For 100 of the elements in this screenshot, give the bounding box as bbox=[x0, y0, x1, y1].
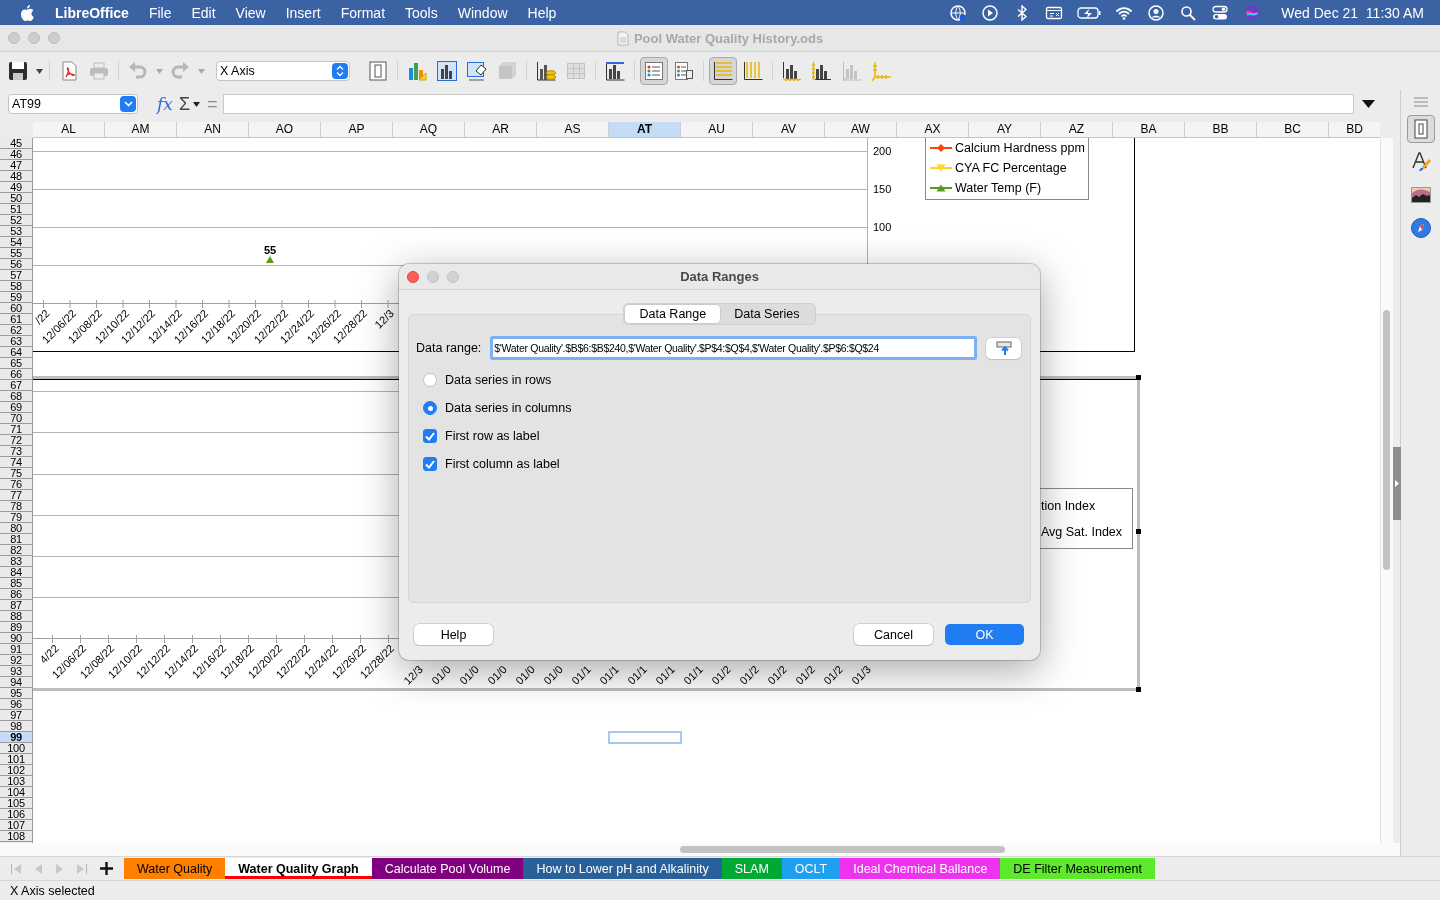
column-header[interactable]: BD bbox=[1329, 122, 1380, 137]
orb-icon[interactable] bbox=[1243, 3, 1262, 22]
row-header[interactable]: 55 bbox=[0, 248, 32, 259]
row-header[interactable]: 96 bbox=[0, 699, 32, 710]
resize-handle[interactable] bbox=[1136, 687, 1141, 692]
row-header[interactable]: 103 bbox=[0, 776, 32, 787]
sheet-tab[interactable]: Water Quality Graph bbox=[225, 858, 372, 879]
column-header[interactable]: AU bbox=[681, 122, 753, 137]
toggle-icon[interactable] bbox=[1211, 3, 1230, 22]
row-header[interactable]: 62 bbox=[0, 325, 32, 336]
row-header[interactable]: 74 bbox=[0, 457, 32, 468]
cancel-button[interactable]: Cancel bbox=[854, 624, 933, 645]
row-header[interactable]: 108 bbox=[0, 831, 32, 842]
row-header[interactable]: 69 bbox=[0, 402, 32, 413]
data-range-field[interactable]: $'Water Quality'.$B$6:$B$240,$'Water Quality'.$P$4:$Q$4,$'Water Quality'.$P$6:$Q$24 bbox=[490, 336, 978, 360]
menu-item[interactable]: Help bbox=[517, 4, 567, 21]
row-header[interactable]: 54 bbox=[0, 237, 32, 248]
column-header[interactable]: AT bbox=[609, 122, 681, 137]
clock[interactable]: Wed Dec 21 11:30 AM bbox=[1281, 4, 1424, 21]
column-header[interactable]: BC bbox=[1257, 122, 1329, 137]
row-header[interactable]: 77 bbox=[0, 490, 32, 501]
row-header[interactable]: 66 bbox=[0, 369, 32, 380]
row-header[interactable]: 63 bbox=[0, 336, 32, 347]
row-header[interactable]: 101 bbox=[0, 754, 32, 765]
scroll-thumb[interactable] bbox=[1383, 310, 1390, 570]
row-header[interactable]: 78 bbox=[0, 501, 32, 512]
row-header[interactable]: 85 bbox=[0, 578, 32, 589]
row-header[interactable]: 88 bbox=[0, 611, 32, 622]
column-header[interactable]: AZ bbox=[1041, 122, 1113, 137]
tab[interactable]: Data Series bbox=[720, 305, 814, 323]
row-header[interactable]: 72 bbox=[0, 435, 32, 446]
column-header[interactable]: BA bbox=[1113, 122, 1185, 137]
row-header[interactable]: 102 bbox=[0, 765, 32, 776]
column-header[interactable]: AW bbox=[825, 122, 897, 137]
row-header[interactable]: 50 bbox=[0, 193, 32, 204]
menu-item[interactable]: Window bbox=[447, 4, 518, 21]
radio-button[interactable] bbox=[423, 401, 437, 415]
row-header[interactable]: 87 bbox=[0, 600, 32, 611]
help-button[interactable]: Help bbox=[414, 624, 493, 645]
row-header[interactable]: 97 bbox=[0, 710, 32, 721]
sheet-tab[interactable]: Calculate Pool Volume bbox=[371, 858, 524, 879]
column-header[interactable]: AR bbox=[465, 122, 537, 137]
name-box[interactable]: AT99 bbox=[8, 94, 138, 114]
row-header[interactable]: 106 bbox=[0, 809, 32, 820]
shrink-button[interactable] bbox=[986, 337, 1021, 359]
checkbox[interactable] bbox=[423, 457, 437, 471]
resize-handle[interactable] bbox=[1136, 375, 1141, 380]
sheet-tab[interactable]: How to Lower pH and Alkalinity bbox=[523, 858, 722, 879]
row-header[interactable]: 53 bbox=[0, 226, 32, 237]
row-header[interactable]: 46 bbox=[0, 149, 32, 160]
row-header[interactable]: 90 bbox=[0, 633, 32, 644]
column-header[interactable]: AN bbox=[177, 122, 249, 137]
column-header[interactable]: AP bbox=[321, 122, 393, 137]
menu-item[interactable]: Tools bbox=[395, 4, 448, 21]
row-header[interactable]: 100 bbox=[0, 743, 32, 754]
row-header[interactable]: 105 bbox=[0, 798, 32, 809]
row-header[interactable]: 84 bbox=[0, 567, 32, 578]
row-header[interactable]: 99 bbox=[0, 732, 32, 743]
row-header[interactable]: 52 bbox=[0, 215, 32, 226]
menu-item[interactable]: Edit bbox=[181, 4, 226, 21]
toolbar-button[interactable] bbox=[709, 57, 737, 85]
row-header[interactable]: 68 bbox=[0, 391, 32, 402]
menu-item[interactable]: File bbox=[138, 4, 182, 21]
sidebar-handle[interactable] bbox=[1393, 447, 1401, 520]
row-header[interactable]: 104 bbox=[0, 787, 32, 798]
row-header[interactable]: 48 bbox=[0, 171, 32, 182]
search-icon[interactable] bbox=[1179, 3, 1198, 22]
tab[interactable]: Data Range bbox=[625, 305, 721, 323]
user-icon[interactable] bbox=[1147, 3, 1166, 22]
element-select[interactable]: X Axis bbox=[216, 61, 350, 81]
row-header[interactable]: 73 bbox=[0, 446, 32, 457]
row-header[interactable]: 93 bbox=[0, 666, 32, 677]
row-header[interactable]: 75 bbox=[0, 468, 32, 479]
dropdown-button[interactable] bbox=[120, 96, 136, 112]
row-header[interactable]: 107 bbox=[0, 820, 32, 831]
function-wizard-button[interactable]: fx bbox=[157, 94, 173, 114]
row-header[interactable]: 89 bbox=[0, 622, 32, 633]
row-header[interactable]: 57 bbox=[0, 270, 32, 281]
row-header[interactable]: 59 bbox=[0, 292, 32, 303]
row-header[interactable]: 49 bbox=[0, 182, 32, 193]
option-label[interactable]: Data series in columns bbox=[445, 401, 572, 415]
column-header[interactable]: AQ bbox=[393, 122, 465, 137]
option-label[interactable]: First row as label bbox=[445, 429, 540, 443]
row-header[interactable]: 86 bbox=[0, 589, 32, 600]
column-header[interactable]: AL bbox=[33, 122, 105, 137]
column-header[interactable]: AM bbox=[105, 122, 177, 137]
resize-handle[interactable] bbox=[1136, 529, 1141, 534]
row-header[interactable]: 58 bbox=[0, 281, 32, 292]
row-header[interactable]: 80 bbox=[0, 523, 32, 534]
column-header[interactable]: AX bbox=[897, 122, 969, 137]
row-header[interactable]: 67 bbox=[0, 380, 32, 391]
column-header[interactable]: AY bbox=[969, 122, 1041, 137]
play-icon[interactable] bbox=[981, 3, 1000, 22]
row-header[interactable]: 91 bbox=[0, 644, 32, 655]
column-header[interactable]: AO bbox=[249, 122, 321, 137]
menu-item[interactable]: Insert bbox=[275, 4, 331, 21]
row-header[interactable]: 82 bbox=[0, 545, 32, 556]
sheet-tab[interactable]: Water Quality bbox=[124, 858, 226, 879]
scroll-thumb[interactable] bbox=[680, 846, 1005, 853]
expand-icon[interactable] bbox=[1361, 100, 1375, 108]
